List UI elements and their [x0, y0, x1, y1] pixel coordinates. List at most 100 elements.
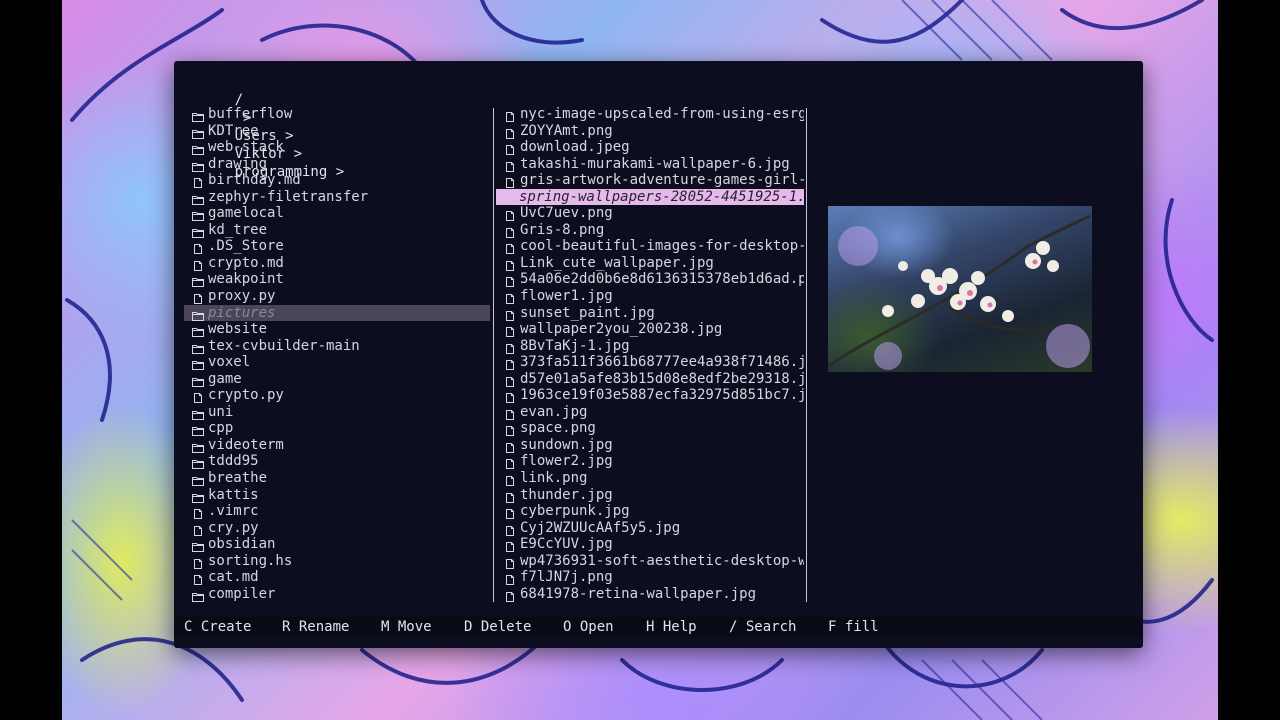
file-item[interactable]: .vimrc: [184, 503, 490, 520]
command-label: Create: [200, 619, 252, 635]
folder-icon: [192, 375, 204, 387]
folder-item[interactable]: compiler: [184, 586, 490, 603]
command-label: Open: [579, 619, 614, 635]
file-item[interactable]: spring-wallpapers-28052-4451925-1.: [496, 188, 804, 206]
file-item[interactable]: thunder.jpg: [496, 487, 804, 504]
item-label: 373fa511f3661b68777ee4a938f71486.j: [520, 354, 804, 371]
file-item[interactable]: cat.md: [184, 569, 490, 586]
folder-item[interactable]: kattis: [184, 487, 490, 504]
command-search[interactable]: / Search: [729, 617, 796, 637]
file-item[interactable]: cyberpunk.jpg: [496, 503, 804, 520]
file-item[interactable]: crypto.py: [184, 387, 490, 404]
file-item[interactable]: Gris-8.png: [496, 222, 804, 239]
pane-divider[interactable]: [493, 108, 494, 602]
file-item[interactable]: d57e01a5afe83b15d08e8edf2be29318.j: [496, 371, 804, 388]
folder-icon: [192, 110, 204, 122]
command-create[interactable]: C Create: [184, 617, 251, 637]
folder-icon: [192, 275, 204, 288]
file-item[interactable]: download.jpeg: [496, 139, 804, 156]
item-label: link.png: [520, 470, 588, 487]
file-icon: [504, 292, 516, 305]
item-label: videoterm: [208, 436, 284, 453]
folder-icon: [192, 424, 204, 437]
item-label: space.png: [520, 420, 596, 437]
folder-icon: [192, 325, 204, 338]
folder-icon: [192, 160, 204, 172]
command-help[interactable]: H Help: [646, 617, 697, 637]
item-label: nyc-image-upscaled-from-using-esrg: [520, 106, 804, 122]
file-item[interactable]: takashi-murakami-wallpaper-6.jpg: [496, 156, 804, 173]
file-icon: [504, 275, 516, 288]
file-icon: [504, 491, 516, 503]
file-item[interactable]: 54a06e2dd0b6e8d6136315378eb1d6ad.p: [496, 271, 804, 288]
folder-item[interactable]: cpp: [184, 420, 490, 437]
file-item[interactable]: cry.py: [184, 520, 490, 537]
folder-item[interactable]: KDTree: [184, 123, 490, 140]
file-item[interactable]: flower1.jpg: [496, 288, 804, 305]
file-item[interactable]: Cyj2WZUUcAAf5y5.jpg: [496, 520, 804, 537]
file-icon: [504, 242, 516, 255]
folder-item[interactable]: gamelocal: [184, 205, 490, 222]
item-label: kd_tree: [208, 221, 268, 238]
folder-item[interactable]: videoterm: [184, 437, 490, 454]
folder-item[interactable]: obsidian: [184, 536, 490, 553]
folder-item[interactable]: weakpoint: [184, 271, 490, 288]
command-rename[interactable]: R Rename: [282, 617, 349, 637]
file-item[interactable]: 373fa511f3661b68777ee4a938f71486.j: [496, 354, 804, 371]
item-label: Cyj2WZUUcAAf5y5.jpg: [520, 519, 681, 536]
file-item[interactable]: .DS_Store: [184, 238, 490, 255]
file-icon: [504, 176, 516, 189]
item-label: 1963ce19f03e5887ecfa32975d851bc7.j: [520, 387, 804, 404]
file-item[interactable]: birthday.md: [184, 172, 490, 189]
file-item[interactable]: 1963ce19f03e5887ecfa32975d851bc7.j: [496, 387, 804, 404]
file-item[interactable]: f7lJN7j.png: [496, 569, 804, 586]
file-item[interactable]: 6841978-retina-wallpaper.jpg: [496, 586, 804, 603]
folder-icon: [192, 474, 204, 487]
folder-item[interactable]: zephyr-filetransfer: [184, 189, 490, 206]
file-item[interactable]: wallpaper2you_200238.jpg: [496, 321, 804, 338]
command-delete[interactable]: D Delete: [464, 617, 531, 637]
file-item[interactable]: cool-beautiful-images-for-desktop-: [496, 238, 804, 255]
file-item[interactable]: gris-artwork-adventure-games-girl-: [496, 172, 804, 189]
command-move[interactable]: M Move: [381, 617, 432, 637]
file-item[interactable]: sundown.jpg: [496, 437, 804, 454]
file-item[interactable]: ZOYYAmt.png: [496, 123, 804, 140]
item-label: sundown.jpg: [520, 436, 613, 453]
file-item[interactable]: UvC7uev.png: [496, 205, 804, 222]
file-item[interactable]: flower2.jpg: [496, 453, 804, 470]
item-label: 8BvTaKj-1.jpg: [520, 337, 630, 354]
file-item[interactable]: nyc-image-upscaled-from-using-esrg: [496, 106, 804, 123]
file-item[interactable]: sorting.hs: [184, 553, 490, 570]
file-item[interactable]: E9CcYUV.jpg: [496, 536, 804, 553]
folder-item[interactable]: tex-cvbuilder-main: [184, 338, 490, 355]
file-item[interactable]: link.png: [496, 470, 804, 487]
command-open[interactable]: O Open: [563, 617, 614, 637]
file-item[interactable]: wp4736931-soft-aesthetic-desktop-w: [496, 553, 804, 570]
file-item[interactable]: Link_cute_wallpaper.jpg: [496, 255, 804, 272]
folder-item[interactable]: drawing: [184, 156, 490, 173]
command-fill[interactable]: F fill: [828, 617, 879, 637]
item-label: f7lJN7j.png: [520, 569, 613, 586]
file-item[interactable]: evan.jpg: [496, 404, 804, 421]
file-item[interactable]: crypto.md: [184, 255, 490, 272]
item-label: E9CcYUV.jpg: [520, 536, 613, 553]
file-item[interactable]: proxy.py: [184, 288, 490, 305]
folder-item[interactable]: uni: [184, 404, 490, 421]
file-item[interactable]: 8BvTaKj-1.jpg: [496, 338, 804, 355]
folder-item[interactable]: bufferflow: [184, 106, 490, 123]
folder-item[interactable]: web-stack: [184, 139, 490, 156]
folder-item[interactable]: breathe: [184, 470, 490, 487]
item-label: flower1.jpg: [520, 288, 613, 305]
folder-item[interactable]: voxel: [184, 354, 490, 371]
file-item[interactable]: space.png: [496, 420, 804, 437]
item-label: website: [208, 321, 268, 338]
file-icon: [504, 209, 516, 222]
item-label: evan.jpg: [520, 403, 588, 420]
folder-item[interactable]: pictures: [184, 304, 490, 322]
folder-item[interactable]: website: [184, 321, 490, 338]
folder-item[interactable]: game: [184, 371, 490, 388]
folder-item[interactable]: tddd95: [184, 453, 490, 470]
file-item[interactable]: sunset_paint.jpg: [496, 305, 804, 322]
folder-item[interactable]: kd_tree: [184, 222, 490, 239]
pane-divider[interactable]: [806, 108, 807, 602]
